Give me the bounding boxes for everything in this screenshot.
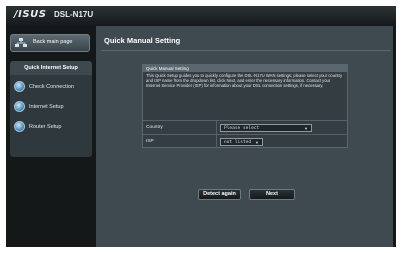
isp-label: ISP <box>146 139 154 144</box>
brand-logo: /ISUS <box>14 9 47 20</box>
sidebar-item-label: Check Connection <box>29 84 74 90</box>
isp-cell: not listed ▼ <box>216 135 347 148</box>
page-title: Quick Manual Setting <box>104 36 181 45</box>
country-label: Country <box>146 125 163 130</box>
chevron-down-icon: ▼ <box>304 126 308 131</box>
detect-again-button[interactable]: Detect again <box>198 189 241 200</box>
title-divider <box>101 50 391 51</box>
globe-icon <box>14 101 25 112</box>
sidebar-item-check-connection[interactable]: Check Connection <box>10 78 92 96</box>
country-select[interactable]: Please select ▼ <box>220 124 312 132</box>
back-main-page-button[interactable]: Back main page <box>10 34 90 52</box>
isp-row: ISP not listed ▼ <box>143 134 347 148</box>
manual-setting-panel: Quick Manual Setting This Quick Setup gu… <box>142 64 348 148</box>
panel-header: Quick Manual Setting <box>143 65 347 72</box>
main-content: Quick Manual Setting Quick Manual Settin… <box>96 26 393 247</box>
back-main-page-label: Back main page <box>33 39 73 45</box>
isp-select-value: not listed <box>224 140 252 145</box>
country-cell: Please select ▼ <box>216 121 347 134</box>
isp-select[interactable]: not listed ▼ <box>220 138 263 146</box>
network-icon <box>15 38 27 47</box>
panel-description: This Quick Setup guides you to quickly c… <box>146 73 343 89</box>
quick-internet-setup-title: Quick Internet Setup <box>10 61 92 75</box>
sidebar-item-router-setup[interactable]: Router Setup <box>10 118 92 136</box>
globe-icon <box>14 121 25 132</box>
sidebar-item-label: Router Setup <box>29 124 62 130</box>
country-row: Country Please select ▼ <box>143 120 347 134</box>
next-button[interactable]: Next <box>249 189 295 200</box>
sidebar-item-label: Internet Setup <box>29 104 64 110</box>
chevron-down-icon: ▼ <box>255 140 259 145</box>
model-name: DSL-N17U <box>54 10 94 19</box>
quick-internet-setup-panel: Quick Internet Setup Check Connection In… <box>10 61 92 157</box>
router-window: /ISUS DSL-N17U Back main page Quick Inte… <box>6 6 396 247</box>
country-select-value: Please select <box>224 126 260 131</box>
globe-icon <box>14 81 25 92</box>
top-bar: /ISUS DSL-N17U <box>6 6 396 26</box>
sidebar-item-internet-setup[interactable]: Internet Setup <box>10 98 92 116</box>
sidebar: Back main page Quick Internet Setup Chec… <box>6 26 96 247</box>
